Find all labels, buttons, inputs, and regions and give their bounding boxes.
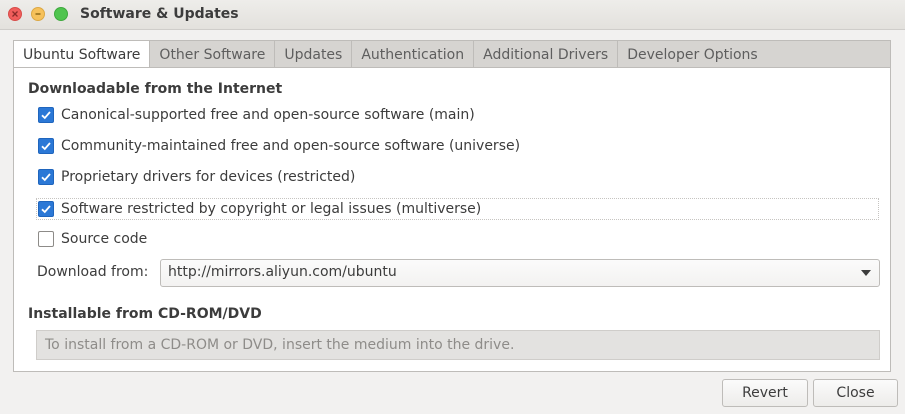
option-restricted-label: Proprietary drivers for devices (restric… — [61, 169, 356, 185]
option-source-code-label: Source code — [61, 231, 148, 247]
option-main-label: Canonical-supported free and open-source… — [61, 107, 475, 123]
window-minimize-button[interactable] — [31, 7, 45, 21]
option-multiverse-label: Software restricted by copyright or lega… — [61, 201, 482, 217]
window-maximize-button[interactable] — [54, 7, 68, 21]
option-universe-label: Community-maintained free and open-sourc… — [61, 138, 521, 154]
tab-other-software[interactable]: Other Software — [150, 40, 276, 68]
internet-section-heading: Downloadable from the Internet — [28, 81, 283, 97]
tab-updates[interactable]: Updates — [275, 40, 353, 68]
option-source-code[interactable]: Source code — [38, 229, 147, 249]
download-server-value: http://mirrors.aliyun.com/ubuntu — [168, 264, 397, 280]
title-bar: Software & Updates — [0, 0, 905, 30]
download-server-dropdown[interactable]: http://mirrors.aliyun.com/ubuntu — [160, 259, 880, 287]
tab-bar-filler — [762, 40, 891, 68]
checkbox-checked-icon[interactable] — [38, 107, 54, 123]
revert-button[interactable]: Revert — [722, 379, 808, 407]
minimize-icon — [32, 8, 44, 20]
checkbox-checked-icon[interactable] — [38, 138, 54, 154]
checkbox-checked-icon[interactable] — [38, 201, 54, 217]
dropdown-arrow-icon — [861, 270, 871, 276]
tab-additional-drivers[interactable]: Additional Drivers — [474, 40, 619, 68]
download-from-label: Download from: — [37, 264, 149, 280]
checkbox-unchecked-icon[interactable] — [38, 231, 54, 247]
checkbox-checked-icon[interactable] — [38, 169, 54, 185]
cdrom-section-heading: Installable from CD-ROM/DVD — [28, 306, 262, 322]
cdrom-info-box: To install from a CD-ROM or DVD, insert … — [36, 330, 880, 360]
tab-bar: Ubuntu Software Other Software Updates A… — [13, 40, 768, 68]
close-icon — [9, 8, 21, 20]
cdrom-info-text: To install from a CD-ROM or DVD, insert … — [45, 337, 515, 353]
window-title: Software & Updates — [80, 6, 239, 22]
option-multiverse[interactable]: Software restricted by copyright or lega… — [38, 199, 481, 219]
tab-ubuntu-software[interactable]: Ubuntu Software — [13, 40, 151, 68]
option-universe[interactable]: Community-maintained free and open-sourc… — [38, 136, 520, 156]
tab-developer-options[interactable]: Developer Options — [618, 40, 768, 68]
tab-authentication[interactable]: Authentication — [352, 40, 475, 68]
close-button[interactable]: Close — [813, 379, 898, 407]
window-close-button[interactable] — [8, 7, 22, 21]
option-restricted[interactable]: Proprietary drivers for devices (restric… — [38, 167, 355, 187]
option-main[interactable]: Canonical-supported free and open-source… — [38, 105, 475, 125]
